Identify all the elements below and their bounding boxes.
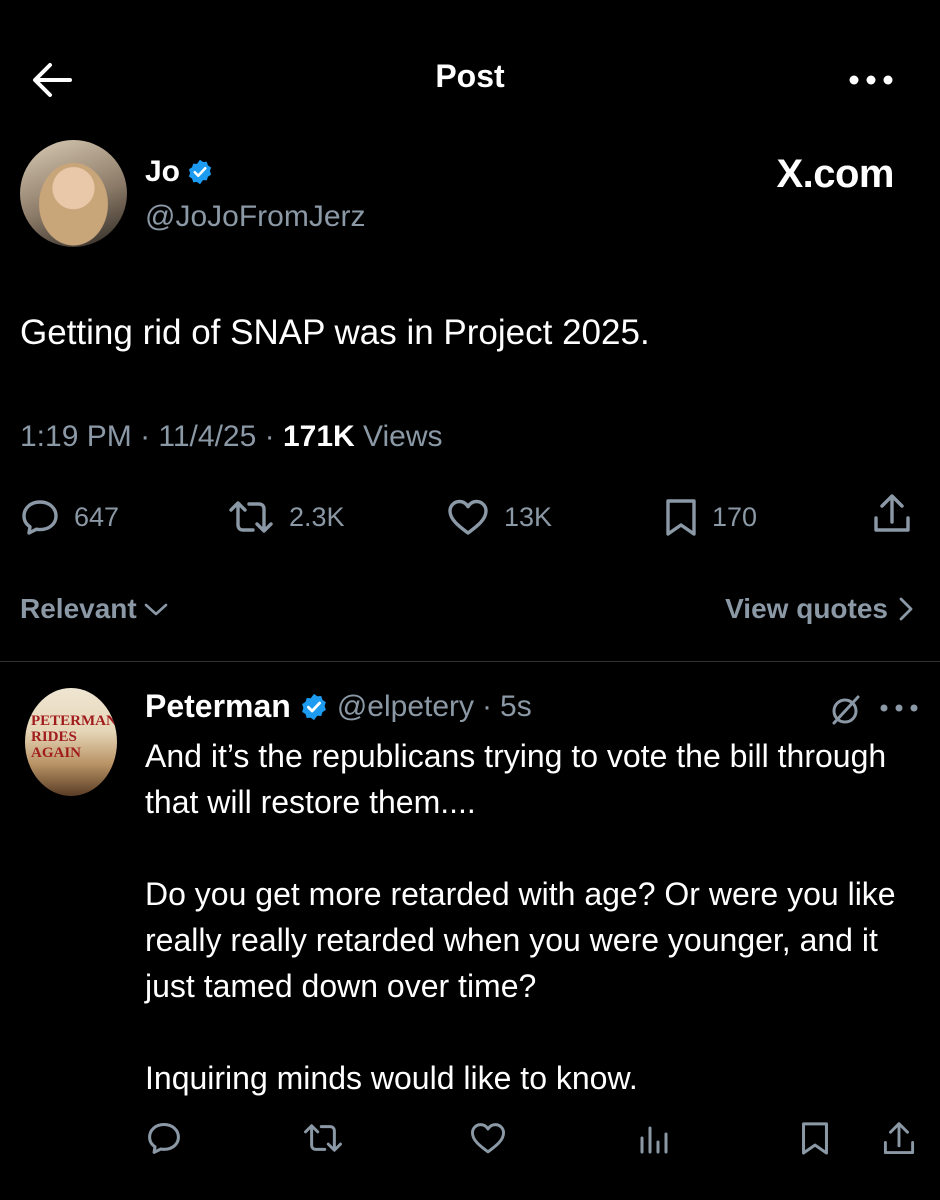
reply-bookmark-button[interactable] bbox=[800, 1120, 836, 1156]
reply-icon bbox=[148, 1122, 180, 1154]
grok-button[interactable] bbox=[828, 692, 864, 728]
bookmark-button[interactable]: 170 bbox=[664, 495, 757, 539]
meta-separator: · bbox=[264, 420, 283, 453]
avatar-text: PETERMAN bbox=[31, 713, 117, 729]
views-label: Views bbox=[363, 420, 443, 453]
grok-icon bbox=[832, 695, 860, 725]
reply-more-options-button[interactable] bbox=[878, 698, 920, 718]
share-icon bbox=[883, 1122, 915, 1155]
reply-analytics-button[interactable] bbox=[636, 1120, 672, 1156]
reply-author-name[interactable]: Peterman bbox=[145, 688, 291, 725]
avatar-text: RIDES bbox=[31, 729, 77, 745]
view-quotes-label: View quotes bbox=[725, 593, 888, 624]
author-avatar[interactable] bbox=[20, 140, 127, 247]
author-handle[interactable]: @JoJoFromJerz bbox=[145, 200, 366, 234]
post-text: Getting rid of SNAP was in Project 2025. bbox=[20, 313, 650, 352]
sort-label: Relevant bbox=[20, 593, 137, 624]
bookmark-count: 170 bbox=[712, 501, 758, 532]
share-icon bbox=[874, 494, 910, 532]
reply-text: And it’s the republicans trying to vote … bbox=[145, 738, 896, 1096]
post-date: 11/4/25 bbox=[158, 420, 257, 453]
reply-reply-button[interactable] bbox=[146, 1120, 182, 1156]
reply-author-row[interactable]: Peterman @elpetery · 5s bbox=[145, 688, 532, 725]
avatar-text: AGAIN bbox=[31, 745, 82, 761]
author-name-row[interactable]: Jo bbox=[145, 155, 214, 189]
views-count: 171K bbox=[282, 420, 355, 453]
page-title: Post bbox=[435, 58, 505, 94]
reply-author-avatar[interactable]: PETERMAN RIDES AGAIN bbox=[25, 688, 117, 796]
divider bbox=[0, 661, 940, 662]
heart-icon bbox=[470, 1123, 506, 1154]
repost-count: 2.3K bbox=[289, 501, 345, 532]
bookmark-icon bbox=[802, 1122, 828, 1155]
like-count: 13K bbox=[504, 501, 553, 532]
more-horizontal-icon bbox=[849, 75, 893, 85]
reply-like-button[interactable] bbox=[469, 1120, 506, 1156]
author-name[interactable]: Jo bbox=[145, 155, 180, 189]
reply-icon bbox=[22, 500, 58, 535]
bookmark-icon bbox=[666, 499, 696, 536]
verified-badge-icon bbox=[188, 159, 212, 185]
reply-time: 5s bbox=[500, 689, 532, 723]
analytics-icon bbox=[640, 1126, 668, 1154]
repost-icon bbox=[304, 1124, 342, 1152]
repost-icon bbox=[229, 501, 273, 533]
reply-author-handle[interactable]: @elpetery bbox=[337, 690, 474, 724]
x-com-watermark: X.com bbox=[776, 152, 894, 196]
reply-share-button[interactable] bbox=[882, 1120, 918, 1156]
post-meta: 1:19 PM · 11/4/25 · 171K Views bbox=[20, 420, 443, 454]
like-button[interactable]: 13K bbox=[446, 495, 552, 539]
sort-relevant-dropdown[interactable]: Relevant bbox=[20, 593, 169, 625]
chevron-down-icon bbox=[144, 603, 168, 616]
heart-icon bbox=[448, 499, 488, 535]
chevron-right-icon bbox=[899, 597, 913, 621]
more-options-button[interactable] bbox=[846, 70, 896, 90]
share-button[interactable] bbox=[872, 492, 912, 536]
meta-separator: · bbox=[482, 689, 493, 723]
meta-separator: · bbox=[140, 420, 159, 453]
post-time: 1:19 PM bbox=[20, 420, 132, 453]
more-horizontal-icon bbox=[880, 704, 918, 712]
verified-badge-icon bbox=[301, 693, 326, 720]
repost-button[interactable]: 2.3K bbox=[227, 495, 345, 539]
view-quotes-link[interactable]: View quotes bbox=[725, 593, 914, 625]
reply-button[interactable]: 647 bbox=[20, 495, 119, 539]
reply-repost-button[interactable] bbox=[302, 1120, 344, 1156]
reply-count: 647 bbox=[74, 501, 120, 532]
